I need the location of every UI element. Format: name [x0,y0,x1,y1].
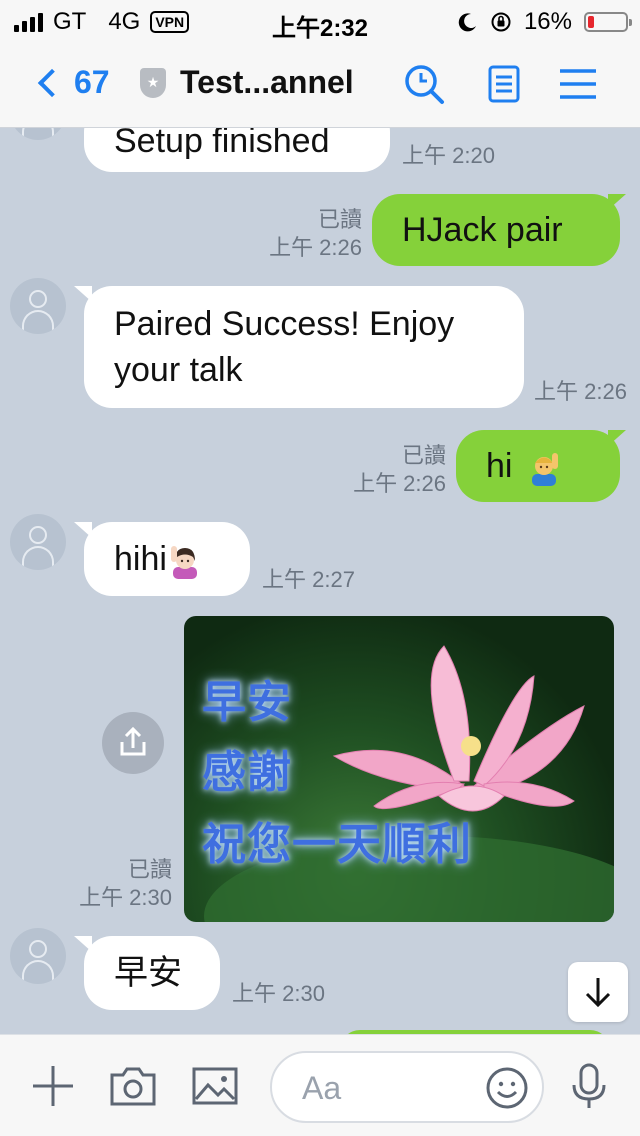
message-bubble-incoming[interactable]: Setup finished [84,128,390,172]
battery-icon [584,12,632,32]
battery-percent: 16% [523,8,572,35]
chat-header: 67 ★ Test...annel [0,42,640,128]
camera-icon[interactable] [108,1061,158,1111]
image-caption-line: 祝您一天順利 [202,820,472,869]
message-bubble-incoming[interactable]: 早安 [84,936,220,1010]
share-icon [120,726,146,756]
status-bar: GT 4G VPN 上午2:32 16% [0,0,640,42]
message-time: 上午 2:26 [269,235,362,260]
message-list[interactable]: Setup finished 上午 2:20 已讀 上午 2:26 HJack … [0,128,640,1034]
read-receipt: 已讀 [127,857,172,882]
message-text: Setup finished [114,128,330,160]
message-meta: 已讀 上午 2:26 [322,442,446,498]
moon-icon [458,13,476,32]
sender-avatar[interactable] [10,928,66,984]
message-text: hihi [114,540,167,578]
image-message[interactable]: 早安 感謝 祝您一天順利 [184,616,614,922]
message-text-line: Paired Success! Enjoy [114,305,455,343]
chat-title[interactable]: Test...annel [180,64,354,101]
back-button[interactable]: 67 [36,64,110,101]
orientation-lock-icon [491,12,511,32]
message-time: 上午 2:27 [262,567,355,592]
sender-avatar[interactable] [10,278,66,334]
message-meta: 已讀 上午 2:26 [240,206,362,262]
message-text: 早安 [114,954,182,992]
microphone-icon[interactable] [564,1061,614,1111]
message-time: 上午 2:30 [232,981,325,1006]
image-caption-line: 感謝 [202,748,292,797]
message-text: HJack pair [402,211,563,249]
raising-hand-woman-emoji [170,546,197,580]
message-bubble-outgoing[interactable]: hi [456,430,620,502]
raising-hand-man-emoji [531,453,558,487]
sender-avatar[interactable] [10,128,66,140]
search-icon[interactable] [402,62,446,106]
bubble-tail [608,194,626,210]
message-meta: 已讀 上午 2:30 [40,856,172,912]
message-input-bar [0,1034,640,1136]
notes-icon[interactable] [482,62,526,106]
message-input[interactable] [302,1063,482,1113]
image-caption-line: 早安 [202,678,292,727]
message-input-field[interactable] [270,1051,544,1123]
status-right: 16% [458,8,632,36]
unread-count: 67 [74,64,110,100]
message-time: 上午 2:26 [534,379,627,404]
message-bubble-incoming[interactable]: Paired Success! Enjoy your talk [84,286,524,408]
read-receipt: 已讀 [401,443,446,468]
message-time: 上午 2:30 [79,885,172,910]
chevron-left-icon [37,68,67,97]
message-bubble-outgoing[interactable]: HJack pair [372,194,620,266]
image-icon[interactable] [190,1061,240,1111]
message-text: hi [486,447,513,485]
battery-fill [588,16,594,28]
message-bubble-incoming[interactable]: hihi [84,522,250,596]
message-time: 上午 2:20 [402,143,495,168]
shield-icon: ★ [140,68,166,98]
arrow-down-icon [585,978,611,1008]
read-receipt: 已讀 [317,207,362,232]
menu-icon[interactable] [556,62,600,106]
message-time: 上午 2:26 [353,471,446,496]
plus-icon[interactable] [28,1061,78,1111]
bubble-tail [608,430,626,446]
sender-avatar[interactable] [10,514,66,570]
message-text-line: your talk [114,351,243,389]
share-button[interactable] [102,712,164,774]
scroll-to-bottom-button[interactable] [568,962,628,1022]
smiley-icon[interactable] [484,1065,530,1111]
